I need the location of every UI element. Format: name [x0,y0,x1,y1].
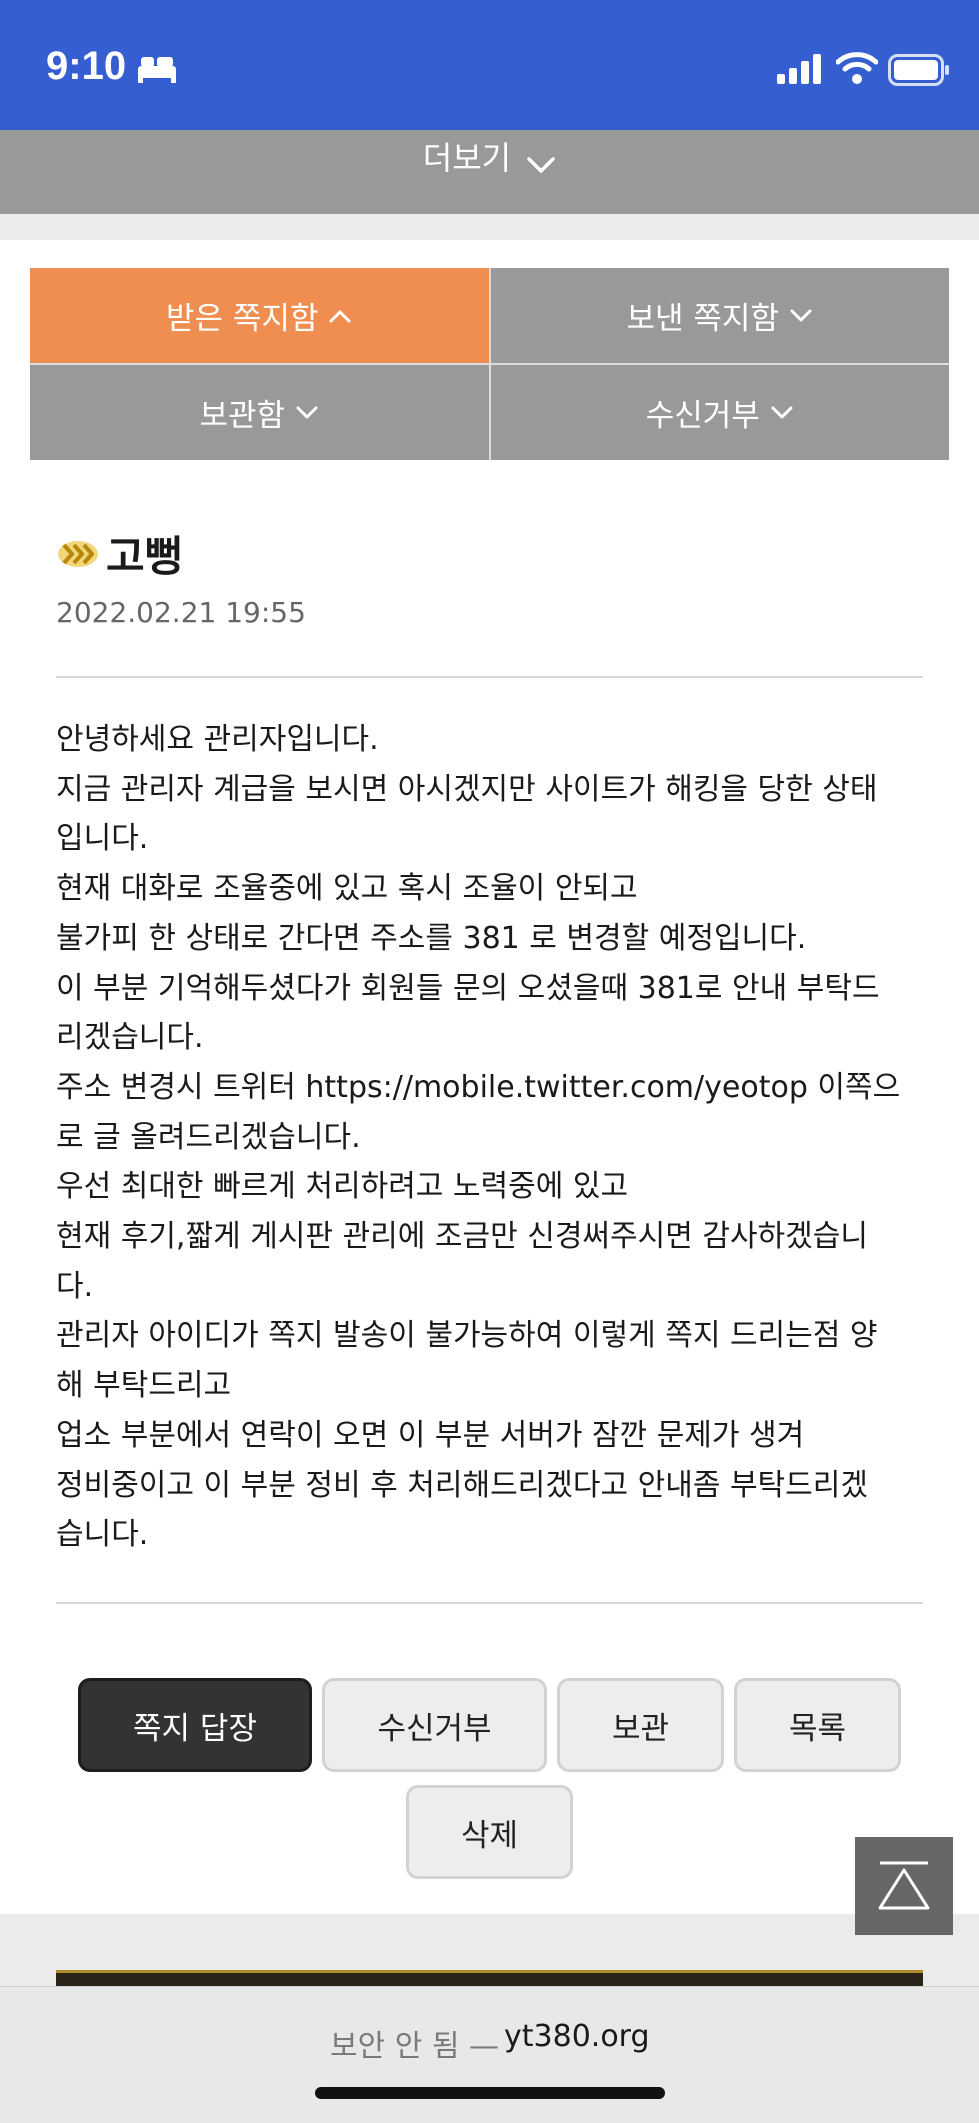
more-bar[interactable]: 더보기 [0,130,979,214]
message-line: 업소 부분에서 연락이 오면 이 부분 서버가 잠깐 문제가 생겨 [56,1417,805,1453]
message-line: 지금 관리자 계급을 보시면 아시겠지만 사이트가 해킹을 당한 상태 [56,771,878,807]
tab-label: 받은 쪽지함 [166,301,319,337]
sender[interactable]: 고뻥 [56,523,183,584]
divider [56,1602,923,1604]
home-indicator [315,2087,665,2099]
chevron-down-icon [771,406,793,418]
status-time: 9:10 [46,44,127,88]
tab-label: 보낸 쪽지함 [626,301,779,337]
message-line: 주소 변경시 트위터 https://mobile.twitter.com/ye… [56,1069,901,1105]
wifi-icon [836,52,878,84]
chevron-down-icon [790,309,812,321]
message-line: 우선 최대한 빠르게 처리하려고 노력중에 있고 [56,1169,629,1205]
scroll-to-top-button[interactable] [855,1837,953,1935]
tab-received[interactable]: 받은 쪽지함 [30,268,489,363]
reply-button[interactable]: 쪽지 답장 [78,1678,312,1772]
message-line: 습니다. [56,1517,149,1553]
list-button[interactable]: 목록 [734,1678,901,1772]
delete-button[interactable]: 삭제 [406,1785,573,1879]
tab-sent[interactable]: 보낸 쪽지함 [490,268,949,363]
message-card: 받은 쪽지함 보낸 쪽지함 보관함 수신거부 고뻥 2022.02.21 19:… [0,240,979,1914]
message-date: 2022.02.21 19:55 [56,596,306,629]
tab-label: 보관함 [199,398,286,434]
block-button[interactable]: 수신거부 [322,1678,547,1772]
tab-archive[interactable]: 보관함 [30,365,489,460]
security-label: 보안 안 됨 — [330,2029,500,2064]
message-line: 현재 대화로 조율중에 있고 혹시 조율이 안되고 [56,871,638,907]
chevron-down-icon [527,156,555,173]
battery-icon [888,54,949,86]
sender-name: 고뻥 [106,532,184,581]
url-domain: yt380.org [504,2019,650,2054]
cellular-signal-icon [777,54,821,84]
more-label: 더보기 [422,139,512,177]
message-line: 안녕하세요 관리자입니다. [56,722,379,757]
message-line: 해 부탁드리고 [56,1368,232,1404]
mailbox-tabs: 받은 쪽지함 보낸 쪽지함 보관함 수신거부 [30,268,949,460]
message-line: 리겠습니다. [56,1020,204,1056]
url-bar[interactable]: 보안 안 됨 — yt380.org [0,1986,979,2123]
tab-block-list[interactable]: 수신거부 [490,365,949,460]
message-line: 관리자 아이디가 쪽지 발송이 불가능하여 이렇게 쪽지 드리는점 양 [56,1318,878,1354]
message-body: 안녕하세요 관리자입니다. 지금 관리자 계급을 보시면 아시겠지만 사이트가 해… [56,715,931,1560]
divider [56,676,923,678]
message-line: 로 글 올려드리겠습니다. [56,1119,361,1155]
chevron-down-icon [296,406,318,418]
archive-button[interactable]: 보관 [557,1678,724,1772]
message-line: 다. [56,1268,94,1304]
status-bar: 9:10 [0,0,979,130]
tab-label: 수신거부 [645,398,760,434]
bed-icon [138,57,176,83]
message-line: 현재 후기,짧게 게시판 관리에 조금만 신경써주시면 감사하겠습니 [56,1219,868,1255]
message-line: 이 부분 기억해두셨다가 회원들 문의 오셨을때 381로 안내 부탁드 [56,970,880,1006]
rank-medal-icon [58,540,98,567]
message-line: 불가피 한 상태로 간다면 주소를 381 로 변경할 예정입니다. [56,920,807,956]
chevron-up-icon [329,310,351,322]
message-line: 정비중이고 이 부분 정비 후 처리해드리겠다고 안내좀 부탁드리겠 [56,1467,868,1503]
scroll-top-icon [878,1861,930,1910]
message-line: 입니다. [56,821,149,857]
